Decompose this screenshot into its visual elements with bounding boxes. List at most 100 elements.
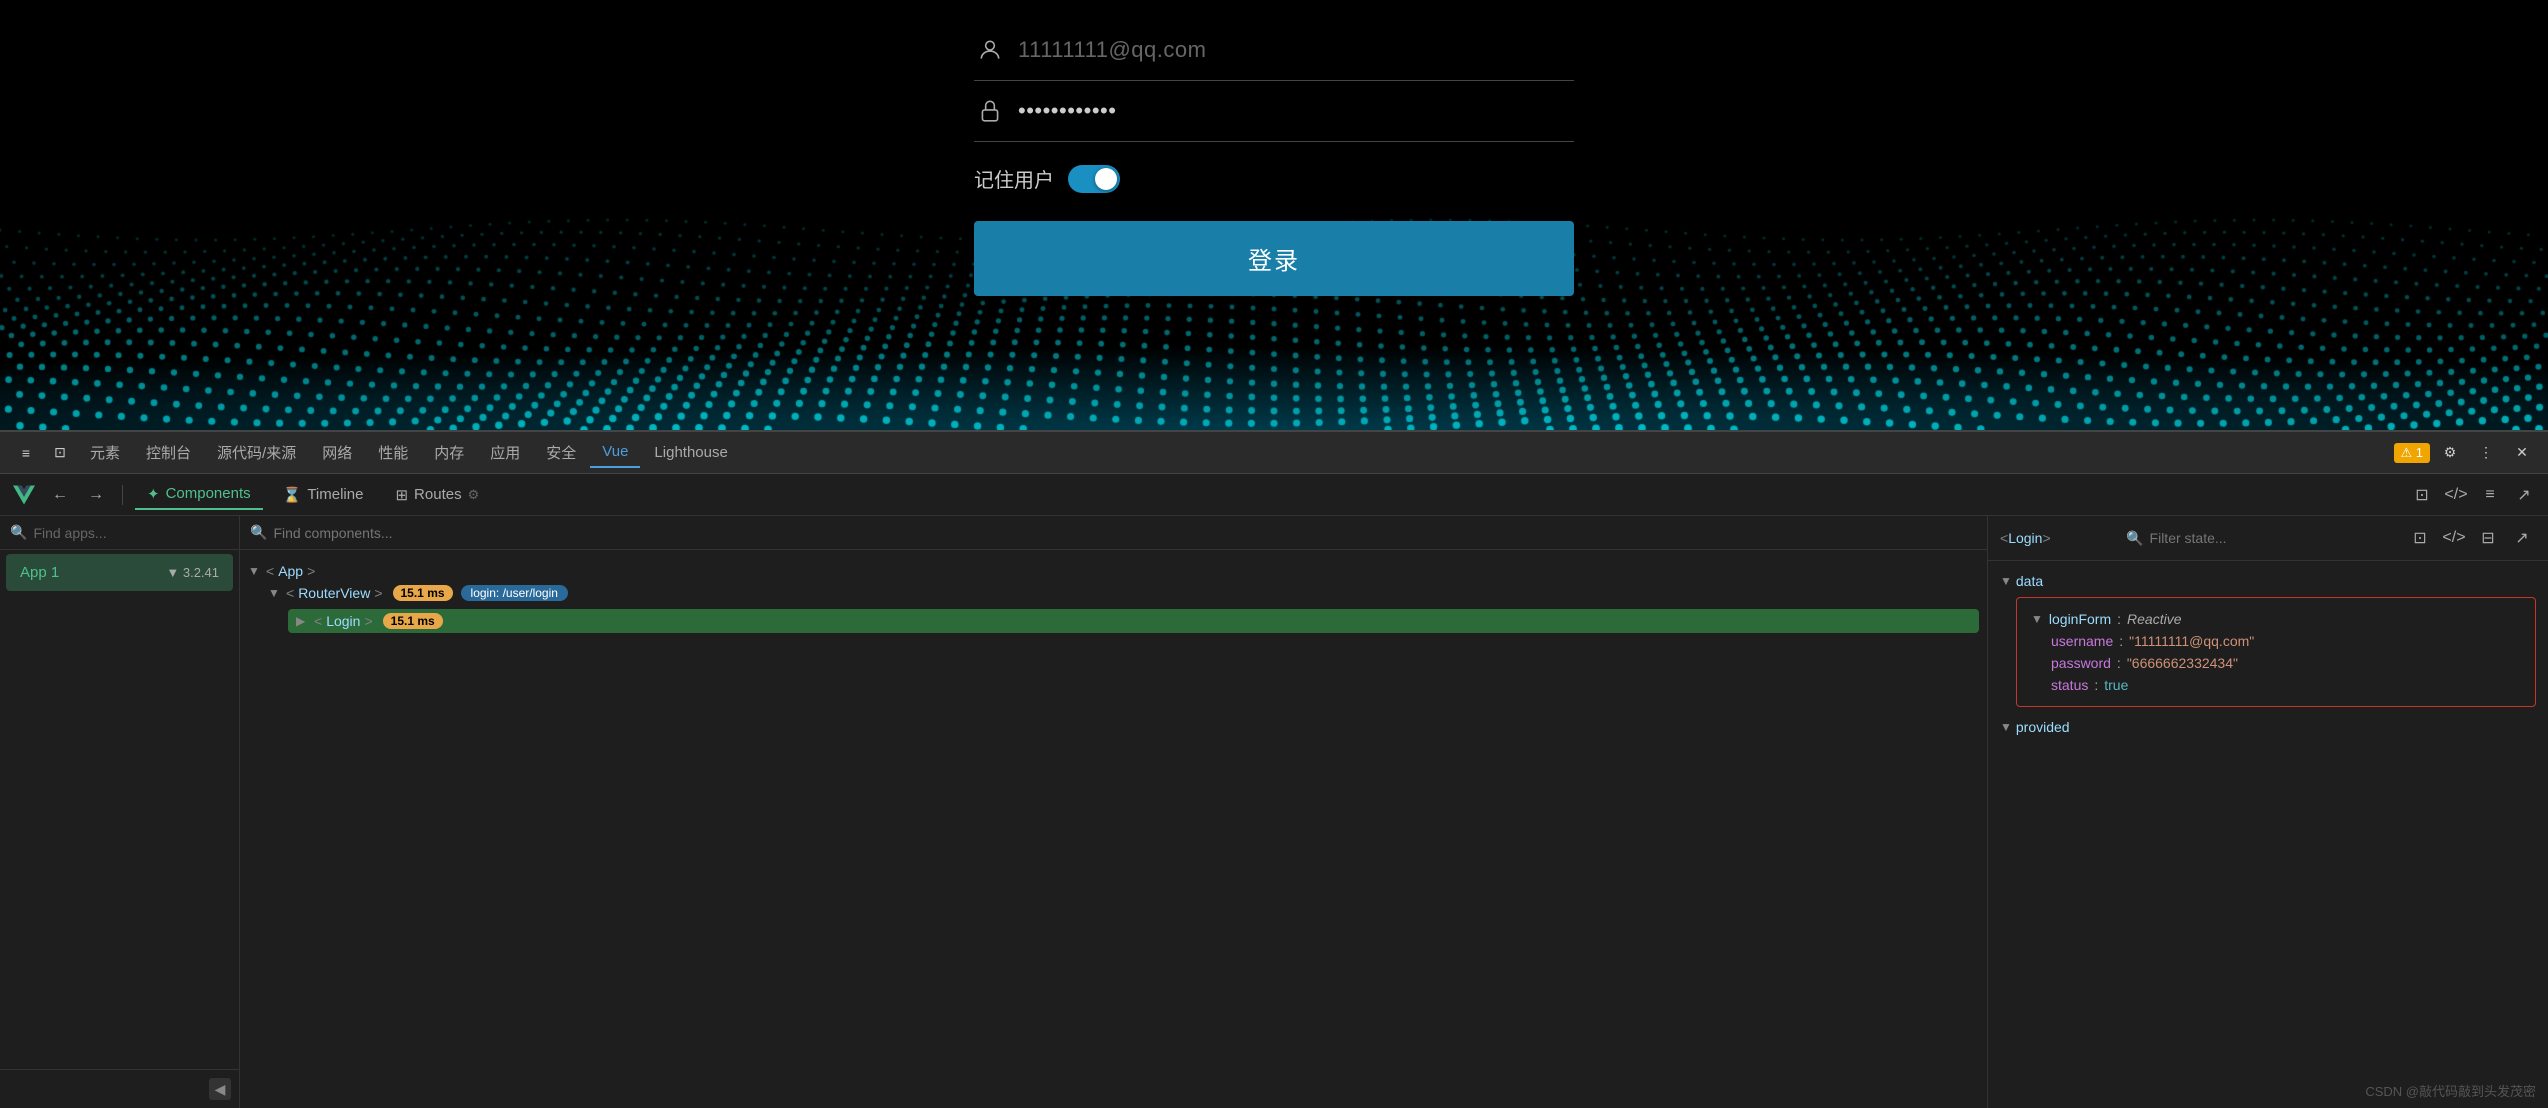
inspect-icon[interactable]: ⊡: [2406, 524, 2434, 552]
remember-row: 记住用户: [974, 142, 1574, 211]
password-data-row: password : "6666662332434": [2031, 652, 2521, 674]
panel-right-content: ▼ data ▼ loginForm : Reactive username :…: [1988, 561, 2548, 1108]
devtools-tabbar: ≡ ⊡ 元素 控制台 源代码/来源 网络 性能 内存 应用 安全 Vue Lig…: [0, 432, 2548, 474]
password-input[interactable]: [1018, 98, 1574, 124]
login-toggle: ▶: [296, 614, 310, 628]
copy-icon[interactable]: ⊟: [2474, 524, 2502, 552]
search-icon: 🔍: [10, 524, 27, 541]
routerview-route: login: /user/login: [461, 585, 568, 601]
data-collapse-arrow[interactable]: ▼: [2000, 574, 2012, 588]
right-header-icons: ⊡ </> ⊟ ↗: [2406, 524, 2536, 552]
loginform-key: loginForm: [2049, 611, 2111, 627]
remember-toggle[interactable]: [1068, 165, 1120, 193]
routes-settings: ⚙: [468, 487, 480, 503]
status-data-row: status : true: [2031, 674, 2521, 696]
back-btn[interactable]: ←: [46, 481, 74, 509]
forward-btn[interactable]: →: [82, 481, 110, 509]
screenshot-icon[interactable]: ⊡: [2408, 481, 2436, 509]
loginform-header-row: ▼ loginForm : Reactive: [2031, 608, 2521, 630]
username-row: [974, 20, 1574, 81]
timeline-label: Timeline: [307, 486, 363, 503]
filter-search-icon: 🔍: [2126, 530, 2143, 547]
vue-tab-timeline[interactable]: ⌛ Timeline: [271, 481, 376, 509]
more-options-icon[interactable]: ⋮: [2470, 437, 2502, 469]
settings-icon[interactable]: ⚙: [2434, 437, 2466, 469]
routes-label: Routes: [414, 486, 462, 503]
tab-network[interactable]: 网络: [310, 436, 364, 469]
status-key: status: [2051, 677, 2088, 693]
app-search-row: 🔍: [0, 516, 239, 550]
attribution: CSDN @敲代码敲到头发茂密: [2365, 1081, 2536, 1100]
devtools-inspect-icon[interactable]: ⊡: [44, 437, 76, 469]
panel-center: 🔍 ▼ <App> ▼ <RouterView> 15.1 ms login: …: [240, 516, 1988, 1108]
tab-memory[interactable]: 内存: [422, 436, 476, 469]
app-toggle: ▼: [248, 564, 262, 578]
timeline-icon: ⌛: [283, 486, 302, 504]
app-name: App 1: [20, 564, 59, 581]
collapse-panel-btn[interactable]: ◀: [209, 1078, 231, 1100]
routes-icon: ⊞: [395, 486, 408, 504]
close-devtools-icon[interactable]: ✕: [2506, 437, 2538, 469]
login-button[interactable]: 登录: [974, 221, 1574, 296]
components-icon: ✦: [147, 485, 160, 503]
password-row: [974, 81, 1574, 142]
provided-label: ▼ provided: [2000, 719, 2536, 735]
toggle-track: [1068, 165, 1120, 193]
open-editor-icon[interactable]: ↗: [2510, 481, 2538, 509]
edit-code-icon[interactable]: </>: [2440, 524, 2468, 552]
inspect-element-icon[interactable]: ≡: [2476, 481, 2504, 509]
vue-toolbar-right: ⊡ </> ≡ ↗: [2408, 481, 2538, 509]
component-tree: ▼ <App> ▼ <RouterView> 15.1 ms login: /u…: [240, 550, 1987, 1108]
devtools-toggle-icon[interactable]: ≡: [10, 437, 42, 469]
tab-console[interactable]: 控制台: [134, 436, 203, 469]
tree-node-app[interactable]: ▼ <App>: [248, 560, 1979, 582]
password-key: password: [2051, 655, 2111, 671]
selected-component-tag: <Login>: [2000, 530, 2051, 546]
app-version: ▼ 3.2.41: [166, 565, 219, 580]
tab-security[interactable]: 安全: [534, 436, 588, 469]
app-list-item[interactable]: App 1 ▼ 3.2.41: [6, 554, 233, 591]
login-tag: Login: [326, 613, 360, 629]
tab-vue[interactable]: Vue: [590, 437, 640, 468]
tab-sources[interactable]: 源代码/来源: [205, 436, 308, 469]
panel-left-bottom: ◀: [0, 1069, 239, 1108]
app-tag: App: [278, 563, 303, 579]
vue-tab-components[interactable]: ✦ Components: [135, 480, 263, 510]
tree-node-login[interactable]: ▶ <Login> 15.1 ms: [248, 604, 1979, 638]
devtools-panel: ≡ ⊡ 元素 控制台 源代码/来源 网络 性能 内存 应用 安全 Vue Lig…: [0, 430, 2548, 1108]
user-icon: [974, 34, 1006, 66]
login-time-badge: 15.1 ms: [383, 613, 443, 629]
loginform-collapse[interactable]: ▼: [2031, 612, 2043, 626]
login-node-row[interactable]: ▶ <Login> 15.1 ms: [288, 609, 1979, 633]
filter-row: 🔍: [2126, 530, 2330, 547]
tree-node-routerview[interactable]: ▼ <RouterView> 15.1 ms login: /user/logi…: [248, 582, 1979, 604]
reactive-label: Reactive: [2127, 611, 2181, 627]
lock-icon: [974, 95, 1006, 127]
component-search-icon: 🔍: [250, 524, 267, 541]
username-input[interactable]: [1018, 37, 1574, 63]
login-form-data-box: ▼ loginForm : Reactive username : "11111…: [2016, 597, 2536, 707]
component-search-input[interactable]: [273, 525, 1977, 541]
status-value: true: [2104, 677, 2128, 693]
vue-toolbar: ← → ✦ Components ⌛ Timeline ⊞ Routes ⚙ ⊡…: [0, 474, 2548, 516]
tab-elements[interactable]: 元素: [78, 436, 132, 469]
warning-badge: ⚠ 1: [2394, 443, 2431, 463]
provided-collapse[interactable]: ▼: [2000, 720, 2012, 734]
component-search-row: 🔍: [240, 516, 1987, 550]
external-link-icon[interactable]: ↗: [2508, 524, 2536, 552]
vue-tab-routes[interactable]: ⊞ Routes ⚙: [383, 481, 491, 509]
panel-right: <Login> 🔍 ⊡ </> ⊟ ↗ ▼ data: [1988, 516, 2548, 1108]
toggle-thumb: [1095, 168, 1117, 190]
tab-lighthouse[interactable]: Lighthouse: [642, 438, 739, 467]
panel-left: 🔍 App 1 ▼ 3.2.41 ◀: [0, 516, 240, 1108]
data-label: data: [2016, 573, 2043, 589]
code-editor-icon[interactable]: </>: [2442, 481, 2470, 509]
routerview-tag: RouterView: [298, 585, 370, 601]
username-key: username: [2051, 633, 2113, 649]
login-form: 记住用户 登录: [974, 20, 1574, 296]
provided-text: provided: [2016, 719, 2070, 735]
filter-input[interactable]: [2150, 530, 2331, 546]
tab-performance[interactable]: 性能: [366, 436, 420, 469]
app-search-input[interactable]: [33, 525, 229, 541]
tab-application[interactable]: 应用: [478, 436, 532, 469]
